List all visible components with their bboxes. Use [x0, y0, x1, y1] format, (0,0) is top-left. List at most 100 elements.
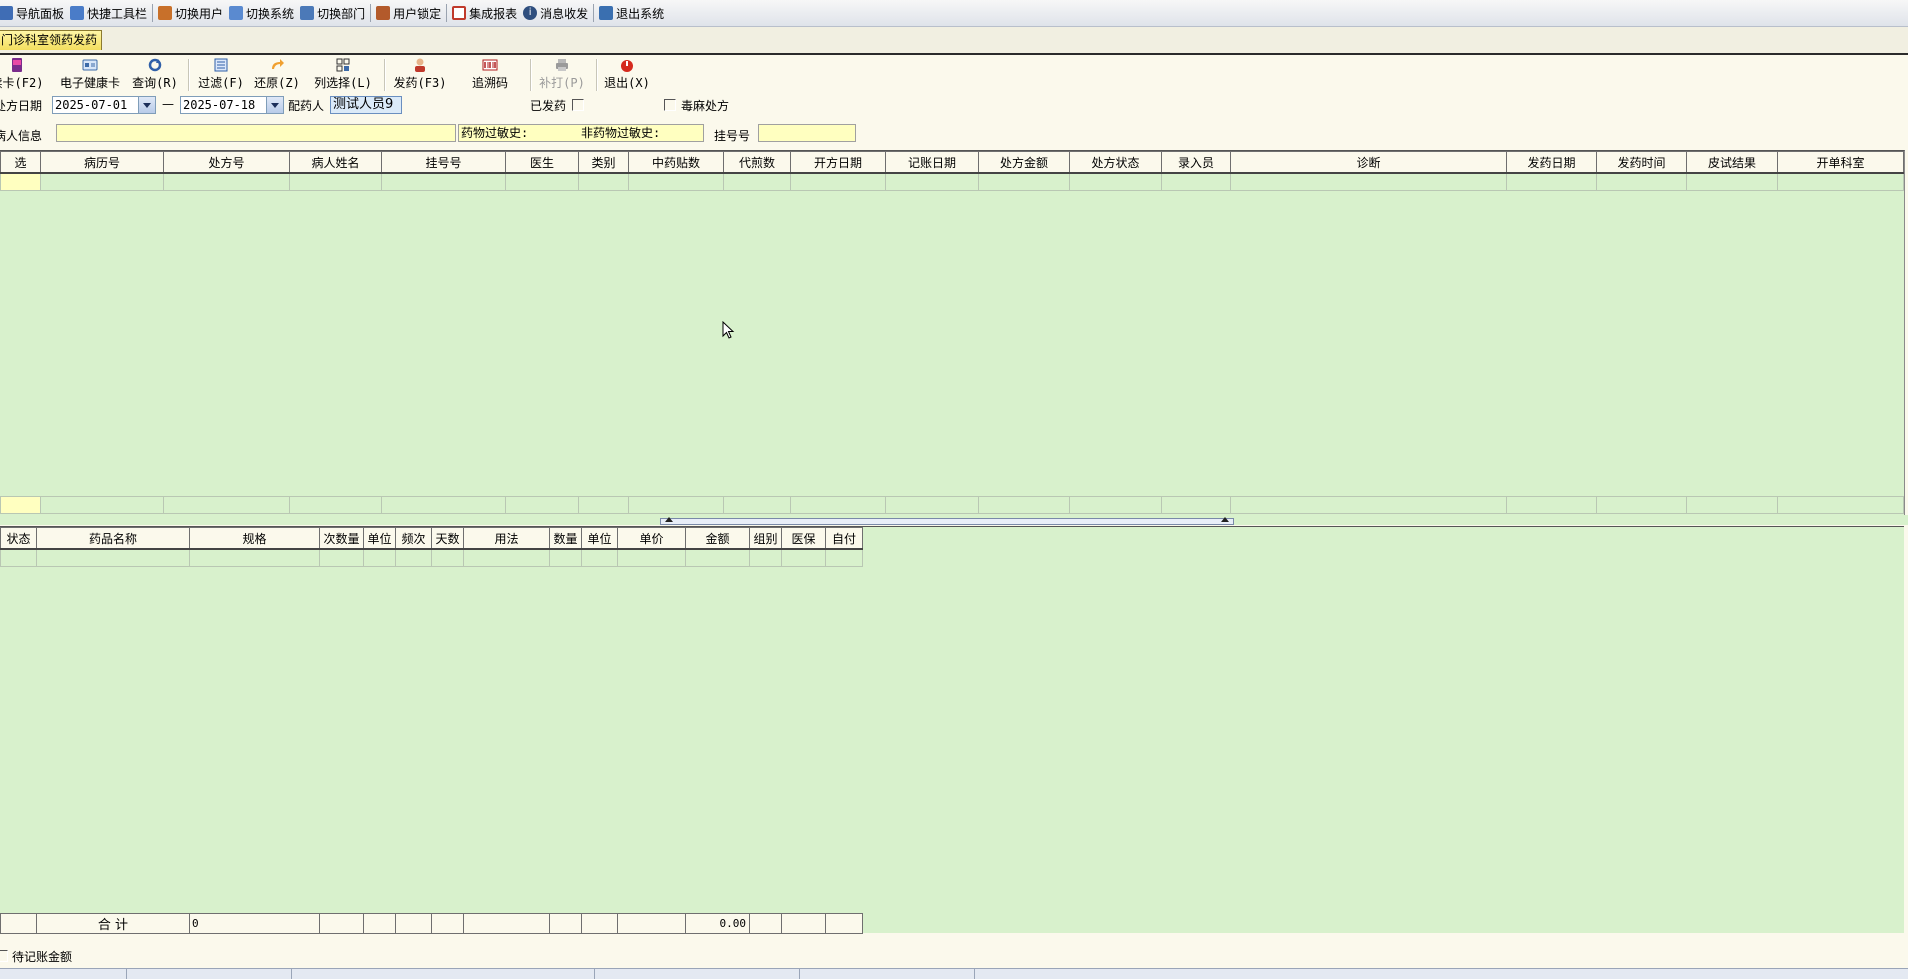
table-cell[interactable]	[978, 172, 1070, 191]
table-cell[interactable]	[0, 172, 41, 191]
detail-header[interactable]: 规格	[189, 527, 320, 550]
restore-button[interactable]: 还原(Z)	[252, 55, 302, 93]
detail-header[interactable]: 单价	[617, 527, 686, 550]
table-cell[interactable]	[381, 172, 506, 191]
date-from-picker[interactable]: 2025-07-01	[52, 96, 156, 114]
table-cell[interactable]	[1596, 172, 1687, 191]
menu-switch-dept[interactable]: 切换部门	[297, 2, 368, 24]
exit-button[interactable]: 退出(X)	[602, 55, 652, 93]
table-cell[interactable]	[749, 548, 782, 567]
table-cell[interactable]	[0, 548, 37, 567]
main-header[interactable]: 处方状态	[1069, 151, 1162, 174]
table-cell[interactable]	[578, 172, 629, 191]
table-cell[interactable]	[363, 548, 396, 567]
reg-no-input[interactable]	[758, 124, 856, 142]
splitter-handle[interactable]	[660, 517, 1234, 525]
main-header[interactable]: 开方日期	[790, 151, 886, 174]
dispense-button[interactable]: 发药(F3)	[390, 55, 450, 93]
main-header[interactable]: 病人姓名	[289, 151, 382, 174]
summary-cell[interactable]	[885, 496, 979, 514]
table-cell[interactable]	[885, 172, 979, 191]
dispensed-checkbox[interactable]	[572, 99, 584, 111]
main-header[interactable]: 发药日期	[1506, 151, 1597, 174]
menu-nav-panel[interactable]: 导航面板	[0, 2, 67, 24]
table-cell[interactable]	[40, 172, 164, 191]
table-cell[interactable]	[723, 172, 791, 191]
chevron-down-icon[interactable]	[138, 97, 155, 113]
reprint-button[interactable]: 补打(P)	[536, 55, 588, 93]
detail-header[interactable]: 天数	[431, 527, 464, 550]
main-header[interactable]: 医生	[505, 151, 579, 174]
table-cell[interactable]	[790, 172, 886, 191]
detail-header[interactable]: 组别	[749, 527, 782, 550]
detail-header[interactable]: 单位	[363, 527, 396, 550]
table-cell[interactable]	[189, 548, 320, 567]
main-header[interactable]: 开单科室	[1777, 151, 1904, 174]
table-cell[interactable]	[1506, 172, 1597, 191]
detail-header[interactable]: 状态	[0, 527, 37, 550]
pending-checkbox[interactable]	[0, 950, 8, 962]
menu-exit-system[interactable]: 退出系统	[596, 2, 667, 24]
summary-cell[interactable]	[40, 496, 164, 514]
detail-header[interactable]: 次数量	[319, 527, 364, 550]
date-to-picker[interactable]: 2025-07-18	[180, 96, 284, 114]
detail-header[interactable]: 自付	[825, 527, 863, 550]
menu-messages[interactable]: i 消息收发	[520, 2, 591, 24]
summary-cell[interactable]	[1069, 496, 1162, 514]
main-header[interactable]: 皮试结果	[1686, 151, 1778, 174]
query-button[interactable]: 查询(R)	[130, 55, 180, 93]
summary-cell[interactable]	[1777, 496, 1904, 514]
table-cell[interactable]	[628, 172, 724, 191]
table-cell[interactable]	[549, 548, 582, 567]
table-cell[interactable]	[505, 172, 579, 191]
main-header[interactable]: 挂号号	[381, 151, 506, 174]
read-card-button[interactable]: 读卡(F2)	[0, 55, 46, 93]
summary-cell[interactable]	[1506, 496, 1597, 514]
menu-switch-system[interactable]: 切换系统	[226, 2, 297, 24]
main-header[interactable]: 处方金额	[978, 151, 1070, 174]
dispenser-field[interactable]: 测试人员9	[330, 96, 402, 114]
summary-cell[interactable]	[578, 496, 629, 514]
table-cell[interactable]	[395, 548, 432, 567]
summary-cell[interactable]	[1596, 496, 1687, 514]
summary-cell[interactable]	[163, 496, 290, 514]
summary-cell[interactable]	[628, 496, 724, 514]
main-header[interactable]: 诊断	[1230, 151, 1507, 174]
main-header[interactable]: 记账日期	[885, 151, 979, 174]
tab-outpatient-dispense[interactable]: 门诊科室领药发药	[0, 30, 103, 50]
table-cell[interactable]	[581, 548, 618, 567]
table-cell[interactable]	[781, 548, 826, 567]
summary-cell[interactable]	[1161, 496, 1231, 514]
main-header[interactable]: 类别	[578, 151, 629, 174]
main-header[interactable]: 选	[0, 151, 41, 174]
main-header[interactable]: 录入员	[1161, 151, 1231, 174]
detail-header[interactable]: 医保	[781, 527, 826, 550]
table-cell[interactable]	[1686, 172, 1778, 191]
table-cell[interactable]	[431, 548, 464, 567]
detail-header[interactable]: 数量	[549, 527, 582, 550]
main-header[interactable]: 发药时间	[1596, 151, 1687, 174]
table-cell[interactable]	[825, 548, 863, 567]
menu-user-lock[interactable]: 用户锁定	[373, 2, 444, 24]
summary-cell[interactable]	[0, 496, 41, 514]
main-header[interactable]: 中药贴数	[628, 151, 724, 174]
summary-cell[interactable]	[381, 496, 506, 514]
main-header[interactable]: 代煎数	[723, 151, 791, 174]
summary-cell[interactable]	[978, 496, 1070, 514]
summary-cell[interactable]	[790, 496, 886, 514]
summary-cell[interactable]	[505, 496, 579, 514]
table-cell[interactable]	[1777, 172, 1904, 191]
main-header[interactable]: 处方号	[163, 151, 290, 174]
table-cell[interactable]	[289, 172, 382, 191]
table-cell[interactable]	[319, 548, 364, 567]
detail-header[interactable]: 频次	[395, 527, 432, 550]
summary-cell[interactable]	[1686, 496, 1778, 514]
detail-header[interactable]: 用法	[463, 527, 550, 550]
splitter[interactable]	[0, 515, 1908, 525]
table-cell[interactable]	[36, 548, 190, 567]
table-cell[interactable]	[617, 548, 686, 567]
filter-button[interactable]: 过滤(F)	[196, 55, 246, 93]
table-cell[interactable]	[1230, 172, 1507, 191]
patient-info-input[interactable]	[56, 124, 456, 142]
menu-quick-toolbar[interactable]: 快捷工具栏	[67, 2, 150, 24]
